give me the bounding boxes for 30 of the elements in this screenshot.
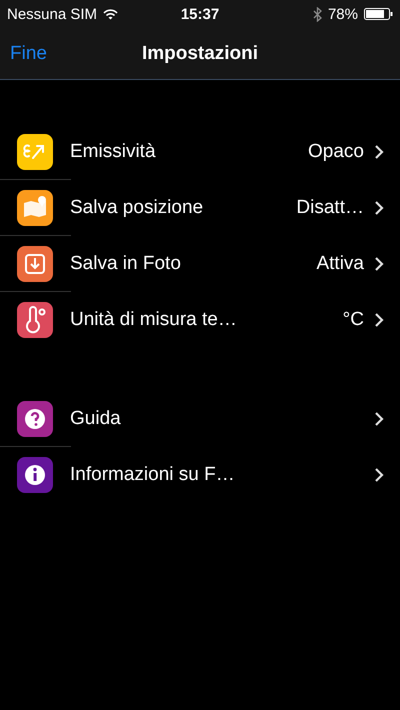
setting-value: Disatt… [296, 196, 364, 218]
settings-row[interactable]: Emissività Opaco [0, 124, 400, 179]
setting-label: Informazioni su F… [70, 464, 236, 486]
chevron-icon [374, 312, 384, 328]
screen-title: Impostazioni [142, 42, 258, 64]
setting-value: Attiva [316, 252, 364, 274]
chevron-icon [374, 410, 384, 426]
battery-percent: 78% [328, 6, 358, 22]
chevron-icon [374, 466, 384, 482]
clock-time: 15:37 [180, 6, 220, 22]
setting-label: Salva in Foto [70, 252, 182, 274]
setting-label: Guida [70, 408, 122, 430]
settings-row[interactable]: Informazioni su F… [0, 447, 400, 502]
setting-label: Unità di misura te… [70, 308, 238, 330]
bluetooth-icon [312, 6, 322, 22]
setting-value: Opaco [308, 140, 364, 162]
done-link[interactable]: Fine [10, 42, 47, 64]
battery-icon [364, 8, 393, 20]
wifi-icon [103, 8, 118, 20]
chevron-icon [374, 144, 384, 160]
setting-value: °C [342, 308, 364, 330]
setting-label: Salva posizione [70, 196, 204, 218]
chevron-icon [374, 256, 384, 272]
chevron-icon [374, 200, 384, 216]
settings-row[interactable]: Unità di misura te… °C [0, 292, 400, 347]
carrier-name: Nessuna SIM [7, 6, 98, 22]
settings-row[interactable]: Salva posizione Disatt… [0, 180, 400, 235]
setting-label: Emissività [70, 140, 157, 162]
settings-row[interactable]: Guida [0, 391, 400, 446]
settings-row[interactable]: Salva in Foto Attiva [0, 236, 400, 291]
